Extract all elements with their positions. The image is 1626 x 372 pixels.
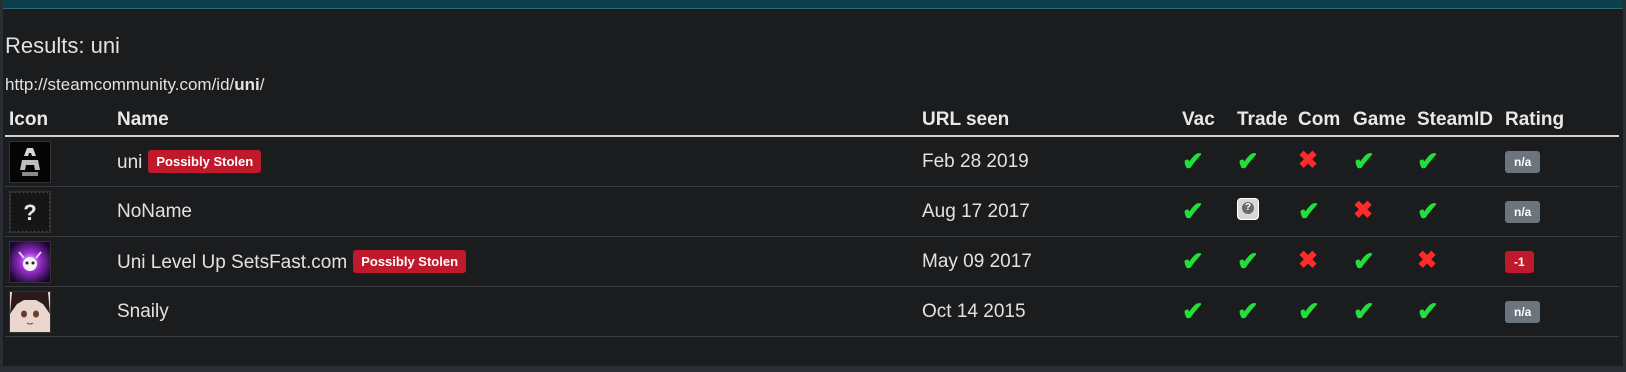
vac-check-icon: ✔ xyxy=(1182,145,1204,176)
com-check-icon: ✔ xyxy=(1298,295,1320,326)
rating-badge: -1 xyxy=(1505,251,1534,273)
trade-check-icon: ✔ xyxy=(1237,145,1259,176)
rating-badge: n/a xyxy=(1505,301,1541,323)
col-trade: Trade xyxy=(1233,104,1294,137)
possibly-stolen-badge: Possibly Stolen xyxy=(353,249,467,273)
frame-left xyxy=(0,0,3,372)
game-check-icon: ✔ xyxy=(1353,295,1375,326)
table-row[interactable]: Snaily Oct 14 2015 ✔ ✔ ✔ ✔ ✔ n/a xyxy=(5,286,1619,337)
profile-url[interactable]: http://steamcommunity.com/id/uni/ xyxy=(5,75,265,95)
url-id: uni xyxy=(234,75,260,94)
com-check-icon: ✔ xyxy=(1298,195,1320,226)
vac-check-icon: ✔ xyxy=(1182,295,1204,326)
col-rating: Rating xyxy=(1501,104,1619,137)
table-row[interactable]: Uni Level Up SetsFast.com Possibly Stolen… xyxy=(5,236,1619,287)
com-cross-icon: ✖ xyxy=(1298,147,1319,174)
results-table: Icon Name URL seen Vac Trade Com Game St… xyxy=(5,104,1619,337)
url-prefix: http://steamcommunity.com/id/ xyxy=(5,75,235,94)
url-suffix: / xyxy=(259,75,265,94)
col-url-seen: URL seen xyxy=(918,104,1178,137)
trade-unknown-icon: ? xyxy=(1237,197,1259,220)
trade-check-icon: ✔ xyxy=(1237,295,1259,326)
game-cross-icon: ✖ xyxy=(1353,197,1374,224)
possibly-stolen-badge: Possibly Stolen xyxy=(148,149,262,173)
url-seen-date: May 09 2017 xyxy=(918,236,1178,287)
steamid-check-icon: ✔ xyxy=(1417,195,1439,226)
col-game: Game xyxy=(1349,104,1413,137)
col-icon: Icon xyxy=(5,104,111,137)
col-steamid: SteamID xyxy=(1413,104,1501,137)
player-name[interactable]: NoName xyxy=(117,201,192,222)
question-mark-avatar[interactable]: ? xyxy=(9,190,51,233)
vac-check-icon: ✔ xyxy=(1182,195,1204,226)
dark-figure-avatar[interactable] xyxy=(9,140,51,183)
table-row[interactable]: uni Possibly Stolen Feb 28 2019 ✔ ✔ ✖ ✔ ✔ n/a xyxy=(5,136,1619,187)
url-seen-date: Oct 14 2015 xyxy=(918,286,1178,337)
url-seen-date: Feb 28 2019 xyxy=(918,136,1178,187)
player-name[interactable]: Snaily xyxy=(117,301,169,322)
svg-text:?: ? xyxy=(23,200,36,225)
vac-check-icon: ✔ xyxy=(1182,245,1204,276)
results-title: Results: uni xyxy=(5,33,120,58)
purple-glow-avatar[interactable] xyxy=(9,240,51,283)
steamid-check-icon: ✔ xyxy=(1417,145,1439,176)
rating-badge: n/a xyxy=(1505,151,1541,173)
steamid-cross-icon: ✖ xyxy=(1417,247,1438,274)
top-bar xyxy=(0,0,1626,9)
trade-check-icon: ✔ xyxy=(1237,245,1259,276)
col-name: Name xyxy=(111,104,918,137)
rating-badge: n/a xyxy=(1505,201,1541,223)
url-seen-date: Aug 17 2017 xyxy=(918,186,1178,237)
table-row[interactable]: ? NoName Aug 17 2017 ✔? ✔ ✖ ✔ n/a xyxy=(5,186,1619,237)
header-row: Icon Name URL seen Vac Trade Com Game St… xyxy=(5,104,1619,137)
col-vac: Vac xyxy=(1178,104,1233,137)
com-cross-icon: ✖ xyxy=(1298,247,1319,274)
player-name[interactable]: uni xyxy=(117,152,142,173)
frame-bottom xyxy=(0,366,1626,372)
game-check-icon: ✔ xyxy=(1353,245,1375,276)
steamid-check-icon: ✔ xyxy=(1417,295,1439,326)
col-com: Com xyxy=(1294,104,1349,137)
anime-face-avatar[interactable] xyxy=(9,290,51,333)
game-check-icon: ✔ xyxy=(1353,145,1375,176)
player-name[interactable]: Uni Level Up SetsFast.com xyxy=(117,252,347,273)
